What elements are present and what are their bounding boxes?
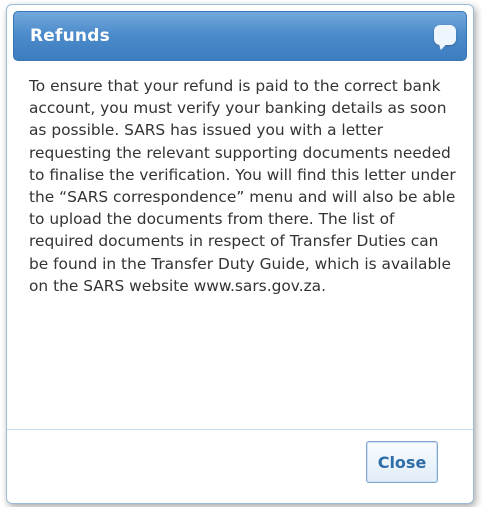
dialog-message: To ensure that your refund is paid to th…: [29, 75, 459, 297]
close-button[interactable]: Close: [366, 441, 438, 483]
dialog-message-text: To ensure that your refund is paid to th…: [29, 77, 456, 295]
chat-bubble-icon[interactable]: [434, 25, 456, 45]
dialog-title-bar: Refunds: [13, 11, 467, 61]
dialog-title: Refunds: [30, 26, 110, 46]
footer-divider: [7, 429, 473, 430]
refunds-dialog: Refunds To ensure that your refund is pa…: [6, 4, 474, 504]
